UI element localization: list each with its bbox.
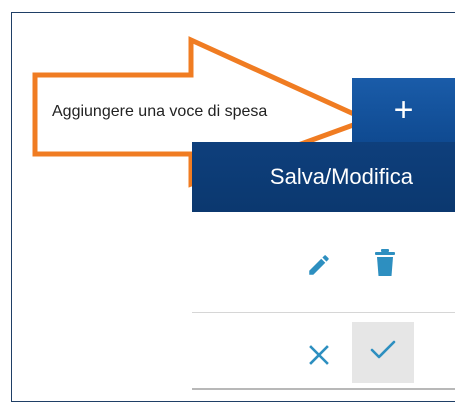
annotation-label: Aggiungere una voce di spesa	[52, 103, 268, 120]
confirm-button[interactable]	[352, 322, 414, 383]
expense-edit-row	[192, 313, 455, 390]
plus-icon: +	[393, 91, 414, 129]
add-expense-button[interactable]: +	[352, 78, 455, 142]
expense-row	[192, 212, 455, 313]
close-icon[interactable]	[302, 338, 336, 372]
pencil-icon[interactable]	[302, 248, 336, 282]
save-edit-button[interactable]: Salva/Modifica	[192, 142, 455, 212]
trash-icon[interactable]	[368, 246, 402, 280]
check-icon	[369, 339, 397, 366]
save-edit-label: Salva/Modifica	[269, 164, 413, 189]
